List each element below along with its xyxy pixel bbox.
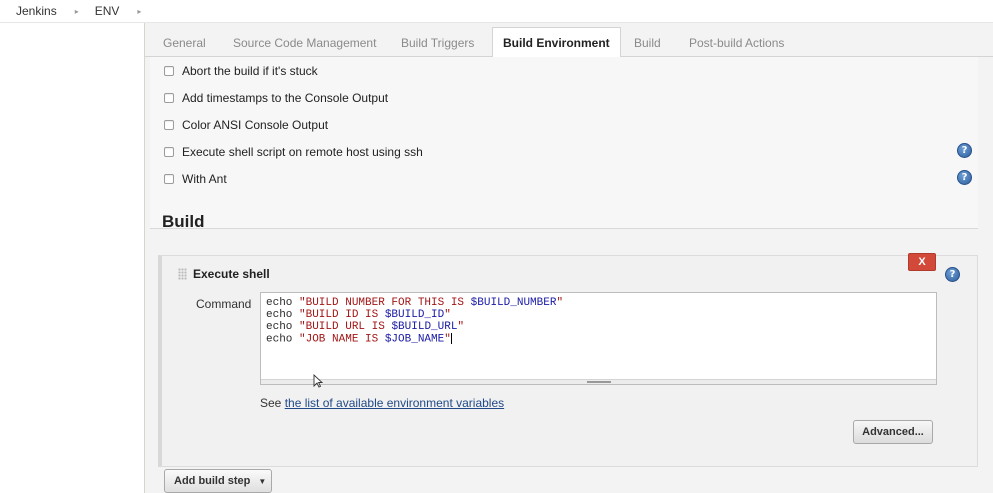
string: " — [457, 321, 465, 333]
build-environment-section: Abort the build if it's stuck Add timest… — [150, 57, 978, 229]
side-panel — [0, 23, 145, 493]
checkbox[interactable] — [164, 174, 174, 184]
command-line: echo "JOB NAME IS $JOB_NAME" — [266, 333, 563, 345]
execute-shell-step: Execute shell X ? Command echo "BUILD NU… — [158, 253, 978, 467]
string: " — [556, 297, 564, 309]
checkbox[interactable] — [164, 120, 174, 130]
variable: $BUILD_NUMBER — [470, 297, 557, 309]
variable: $BUILD_URL — [391, 321, 458, 333]
text-caret — [450, 333, 452, 344]
advanced-button[interactable]: Advanced... — [853, 420, 933, 444]
tab-build-triggers[interactable]: Build Triggers — [391, 28, 484, 57]
help-icon[interactable]: ? — [957, 143, 972, 158]
checkbox[interactable] — [164, 66, 174, 76]
checkbox[interactable] — [164, 93, 174, 103]
option-label: With Ant — [182, 172, 227, 186]
string: " — [444, 333, 451, 346]
variable: $JOB_NAME — [384, 333, 445, 346]
hint-prefix: See — [260, 396, 285, 410]
add-build-step-label[interactable]: Add build step — [174, 475, 250, 487]
chevron-right-icon: ▸ — [137, 6, 142, 16]
keyword: echo — [266, 333, 293, 346]
tab-source-code-management[interactable]: Source Code Management — [223, 28, 386, 57]
command-line: echo "BUILD NUMBER FOR THIS IS $BUILD_NU… — [266, 297, 563, 309]
breadcrumb-label[interactable]: ENV — [95, 4, 120, 18]
breadcrumb-label[interactable]: Jenkins — [16, 4, 57, 18]
tab-build[interactable]: Build — [624, 28, 671, 57]
textarea-resize-handle[interactable] — [261, 379, 936, 384]
delete-step-button[interactable]: X — [908, 253, 936, 271]
checkbox[interactable] — [164, 147, 174, 157]
variable: $BUILD_ID — [384, 309, 445, 321]
config-tabs: General Source Code Management Build Tri… — [145, 23, 993, 58]
drag-handle-icon[interactable] — [178, 268, 187, 280]
add-build-step-button[interactable]: Add build step ▼ — [164, 469, 272, 493]
grip-icon — [587, 381, 611, 383]
build-section-heading: Build — [162, 212, 205, 231]
option-remote-ssh: Execute shell script on remote host usin… — [164, 144, 423, 160]
option-label: Color ANSI Console Output — [182, 118, 329, 132]
help-icon[interactable]: ? — [957, 170, 972, 185]
option-add-timestamps: Add timestamps to the Console Output — [164, 90, 388, 106]
option-with-ant: With Ant — [164, 171, 227, 187]
breadcrumb: Jenkins ▸ ENV ▸ — [0, 0, 993, 23]
step-title: Execute shell — [193, 267, 270, 281]
caret-down-icon: ▼ — [258, 476, 267, 486]
string: "BUILD URL IS — [292, 321, 392, 333]
env-vars-hint: See the list of available environment va… — [260, 396, 504, 410]
env-vars-link[interactable]: the list of available environment variab… — [285, 396, 504, 410]
mouse-pointer-icon — [313, 374, 323, 388]
string: "JOB NAME IS — [292, 333, 385, 346]
command-textarea[interactable]: echo "BUILD NUMBER FOR THIS IS $BUILD_NU… — [260, 292, 937, 385]
breadcrumb-item-env[interactable]: ENV ▸ — [79, 0, 142, 23]
option-label: Add timestamps to the Console Output — [182, 91, 389, 105]
tab-build-environment[interactable]: Build Environment — [492, 27, 621, 58]
option-label: Abort the build if it's stuck — [182, 64, 318, 78]
command-text[interactable]: echo "BUILD NUMBER FOR THIS IS $BUILD_NU… — [266, 297, 563, 345]
option-abort-stuck: Abort the build if it's stuck — [164, 63, 318, 79]
keyword: echo — [266, 321, 293, 333]
command-label: Command — [196, 297, 252, 311]
config-main: General Source Code Management Build Tri… — [145, 23, 993, 493]
help-icon[interactable]: ? — [945, 267, 960, 282]
string: "BUILD NUMBER FOR THIS IS — [292, 297, 471, 309]
string: " — [444, 309, 451, 321]
option-color-ansi: Color ANSI Console Output — [164, 117, 328, 133]
option-label: Execute shell script on remote host usin… — [182, 145, 423, 159]
tab-post-build-actions[interactable]: Post-build Actions — [679, 28, 794, 57]
breadcrumb-item-jenkins[interactable]: Jenkins ▸ — [0, 0, 79, 23]
command-line: echo "BUILD URL IS $BUILD_URL" — [266, 321, 563, 333]
tab-general[interactable]: General — [153, 28, 216, 57]
keyword: echo — [266, 297, 293, 309]
string: "BUILD ID IS — [292, 309, 385, 321]
keyword: echo — [266, 309, 293, 321]
command-line: echo "BUILD ID IS $BUILD_ID" — [266, 309, 563, 321]
